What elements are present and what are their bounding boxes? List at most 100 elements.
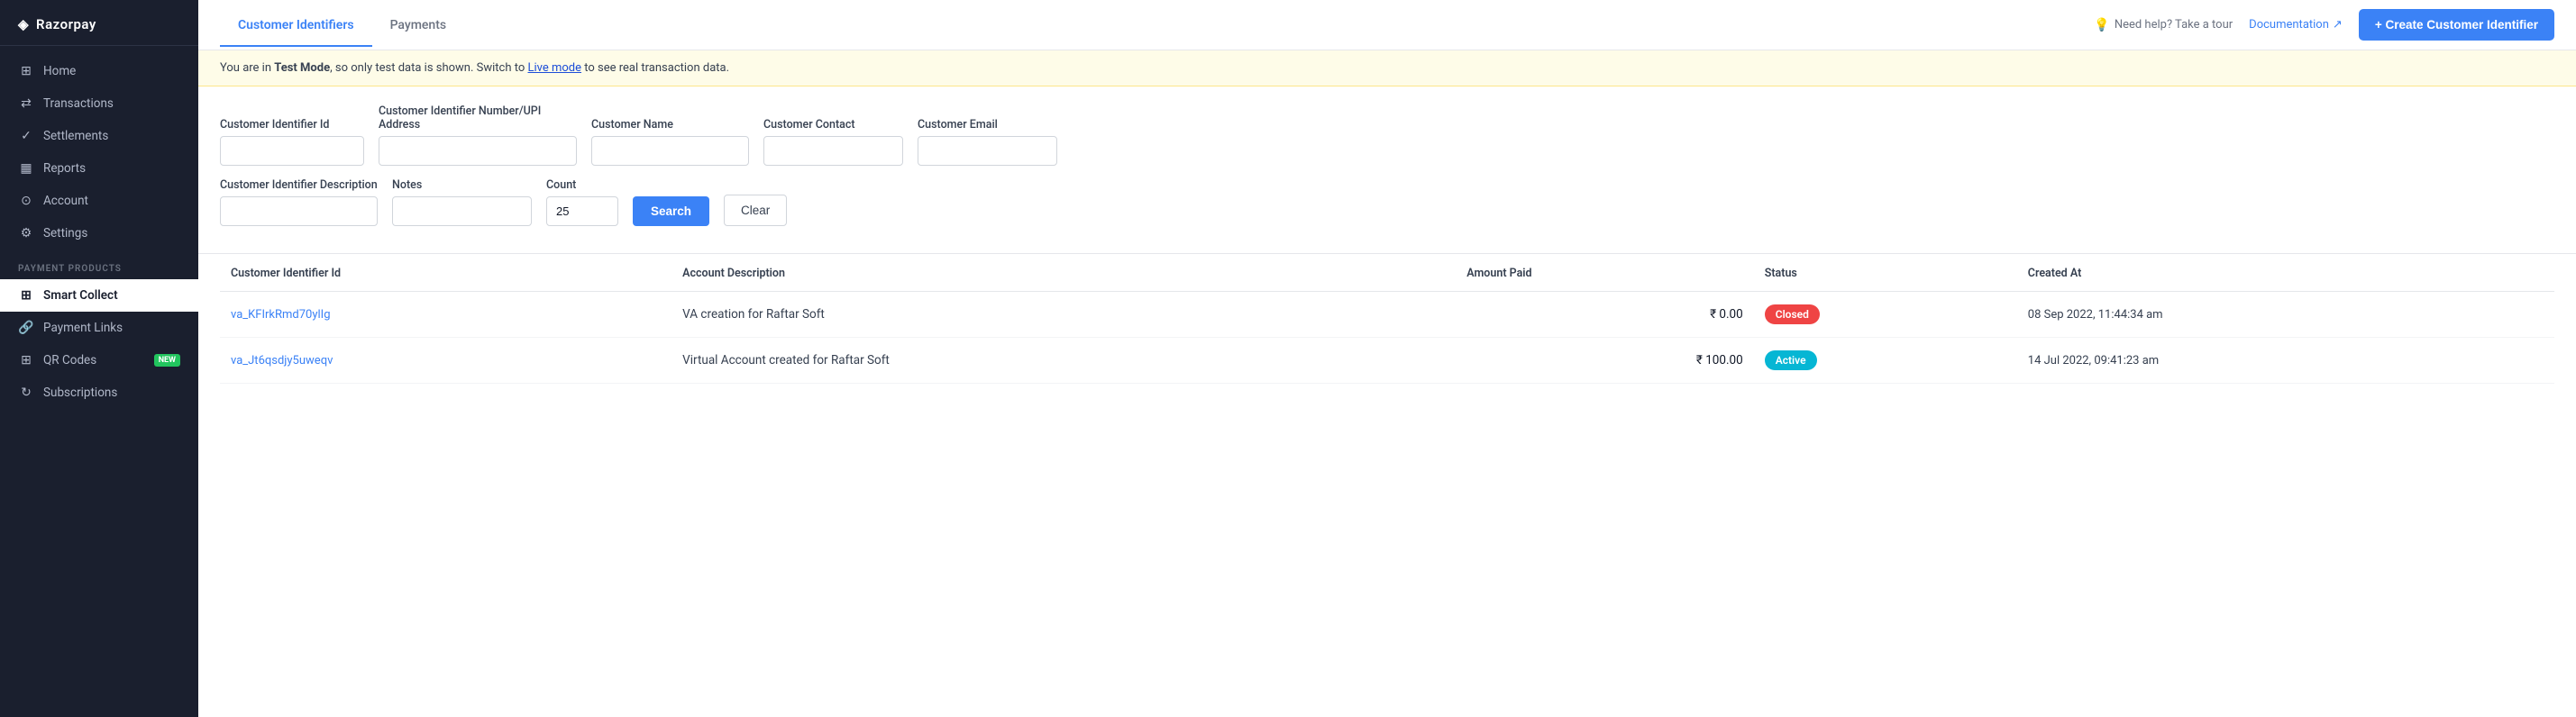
sidebar-item-label: Subscriptions xyxy=(43,386,117,400)
documentation-link[interactable]: Documentation ↗ xyxy=(2249,18,2343,32)
sidebar: ◈ Razorpay ⊞ Home ⇄ Transactions ✓ Settlement… xyxy=(0,0,198,717)
new-badge: NEW xyxy=(154,354,180,367)
filter-row-2: Customer Identifier Description Notes Co… xyxy=(220,178,2554,226)
status-badge: Active xyxy=(1765,350,1817,370)
subscriptions-icon: ↻ xyxy=(18,386,34,400)
help-icon: 💡 xyxy=(2094,18,2109,32)
live-mode-link[interactable]: Live mode xyxy=(528,61,582,75)
col-header-amount-paid: Amount Paid xyxy=(1456,254,1753,292)
sidebar-item-payment-links[interactable]: 🔗 Payment Links xyxy=(0,312,198,344)
table-body: va_KFIrkRmd70ylIg VA creation for Raftar … xyxy=(220,292,2554,384)
created-at-cell: 08 Sep 2022, 11:44:34 am xyxy=(2017,292,2554,338)
sidebar-item-label: Transactions xyxy=(43,96,114,111)
filter-field-upi: Customer Identifier Number/UPI Address xyxy=(379,104,577,166)
clear-button[interactable]: Clear xyxy=(724,195,787,226)
tab-actions: 💡 Need help? Take a tour Documentation ↗… xyxy=(2094,9,2554,41)
status-cell: Closed xyxy=(1754,292,2017,338)
create-customer-identifier-button[interactable]: + Create Customer Identifier xyxy=(2359,9,2554,41)
sidebar-item-label: Reports xyxy=(43,161,86,176)
table-section: Customer Identifier IdAccount Descriptio… xyxy=(198,254,2576,717)
customer-name-input[interactable] xyxy=(591,136,749,166)
sidebar-item-settings[interactable]: ⚙ Settings xyxy=(0,217,198,250)
settlements-icon: ✓ xyxy=(18,129,34,143)
customer-identifiers-table: Customer Identifier IdAccount Descriptio… xyxy=(220,254,2554,384)
amount-paid-cell: ₹ 0.00 xyxy=(1456,292,1753,338)
tabs: Customer IdentifiersPayments xyxy=(220,4,2094,47)
logo-text: Razorpay xyxy=(36,16,96,32)
customer-contact-input[interactable] xyxy=(763,136,903,166)
notes-input[interactable] xyxy=(392,196,532,226)
external-link-icon: ↗ xyxy=(2333,18,2343,32)
table-header: Customer Identifier IdAccount Descriptio… xyxy=(220,254,2554,292)
filter-desc-label: Customer Identifier Description xyxy=(220,178,378,192)
tabs-bar: Customer IdentifiersPayments 💡 Need help… xyxy=(198,0,2576,50)
identifier-id-link[interactable]: va_KFIrkRmd70ylIg xyxy=(231,308,331,322)
customer-email-input[interactable] xyxy=(918,136,1057,166)
sidebar-item-label: Smart Collect xyxy=(43,288,118,303)
col-header-status: Status xyxy=(1754,254,2017,292)
identifier-id-link[interactable]: va_Jt6qsdjy5uweqv xyxy=(231,354,333,368)
sidebar-item-account[interactable]: ⊙ Account xyxy=(0,185,198,217)
sidebar-item-subscriptions[interactable]: ↻ Subscriptions xyxy=(0,377,198,409)
filter-field-notes: Notes xyxy=(392,178,532,226)
col-header-account-desc: Account Description xyxy=(671,254,1456,292)
sidebar-logo: ◈ Razorpay xyxy=(0,0,198,46)
filter-field-email: Customer Email xyxy=(918,118,1057,166)
col-header-identifier-id: Customer Identifier Id xyxy=(220,254,671,292)
table-row: va_KFIrkRmd70ylIg VA creation for Raftar … xyxy=(220,292,2554,338)
sidebar-item-transactions[interactable]: ⇄ Transactions xyxy=(0,87,198,120)
amount-paid-cell: ₹ 100.00 xyxy=(1456,338,1753,384)
table-row: va_Jt6qsdjy5uweqvVirtual Account created… xyxy=(220,338,2554,384)
sidebar-item-label: Payment Links xyxy=(43,321,123,335)
tab-payments[interactable]: Payments xyxy=(372,4,465,47)
home-icon: ⊞ xyxy=(18,64,34,78)
tab-customer-identifiers[interactable]: Customer Identifiers xyxy=(220,4,372,47)
filter-email-label: Customer Email xyxy=(918,118,1057,132)
smart-collect-icon: ⊞ xyxy=(18,288,34,303)
status-cell: Active xyxy=(1754,338,2017,384)
filter-name-label: Customer Name xyxy=(591,118,749,132)
sidebar-item-label: Home xyxy=(43,64,76,78)
payment-links-icon: 🔗 xyxy=(18,321,34,335)
sidebar-item-settlements[interactable]: ✓ Settlements xyxy=(0,120,198,152)
help-link[interactable]: 💡 Need help? Take a tour xyxy=(2094,18,2233,32)
qr-codes-icon: ⊞ xyxy=(18,353,34,368)
main-content: Customer IdentifiersPayments 💡 Need help… xyxy=(198,0,2576,717)
sidebar-item-label: Account xyxy=(43,194,88,208)
filter-id-label: Customer Identifier Id xyxy=(220,118,364,132)
reports-icon: ▦ xyxy=(18,161,34,176)
filter-field-desc: Customer Identifier Description xyxy=(220,178,378,226)
sidebar-nav: ⊞ Home ⇄ Transactions ✓ Settlements ▦ Reports ⊙ A… xyxy=(0,46,198,418)
search-button[interactable]: Search xyxy=(633,196,709,226)
col-header-created-at: Created At xyxy=(2017,254,2554,292)
filter-field-name: Customer Name xyxy=(591,118,749,166)
settings-icon: ⚙ xyxy=(18,226,34,241)
account-description-cell: VA creation for Raftar Soft xyxy=(671,292,1456,338)
filter-section: Customer Identifier Id Customer Identifi… xyxy=(198,86,2576,254)
filter-field-contact: Customer Contact xyxy=(763,118,903,166)
sidebar-item-label: Settlements xyxy=(43,129,108,143)
status-badge: Closed xyxy=(1765,304,1820,324)
sidebar-item-reports[interactable]: ▦ Reports xyxy=(0,152,198,185)
customer-identifier-id-input[interactable] xyxy=(220,136,364,166)
sidebar-item-smart-collect[interactable]: ⊞ Smart Collect xyxy=(0,279,198,312)
filter-field-count: Count xyxy=(546,178,618,226)
filter-field-id: Customer Identifier Id xyxy=(220,118,364,166)
transactions-icon: ⇄ xyxy=(18,96,34,111)
account-icon: ⊙ xyxy=(18,194,34,208)
filter-upi-label: Customer Identifier Number/UPI Address xyxy=(379,104,577,132)
sidebar-item-qr-codes[interactable]: ⊞ QR Codes NEW xyxy=(0,344,198,377)
customer-description-input[interactable] xyxy=(220,196,378,226)
created-at-cell: 14 Jul 2022, 09:41:23 am xyxy=(2017,338,2554,384)
payment-products-label: PAYMENT PRODUCTS xyxy=(0,250,198,279)
sidebar-item-label: QR Codes xyxy=(43,353,96,368)
sidebar-item-label: Settings xyxy=(43,226,87,241)
logo-icon: ◈ xyxy=(18,16,29,32)
sidebar-item-home[interactable]: ⊞ Home xyxy=(0,55,198,87)
filter-contact-label: Customer Contact xyxy=(763,118,903,132)
filter-count-label: Count xyxy=(546,178,618,192)
count-input[interactable] xyxy=(546,196,618,226)
customer-identifier-number-input[interactable] xyxy=(379,136,577,166)
alert-banner: You are in Test Mode, so only test data … xyxy=(198,50,2576,86)
filter-notes-label: Notes xyxy=(392,178,532,192)
